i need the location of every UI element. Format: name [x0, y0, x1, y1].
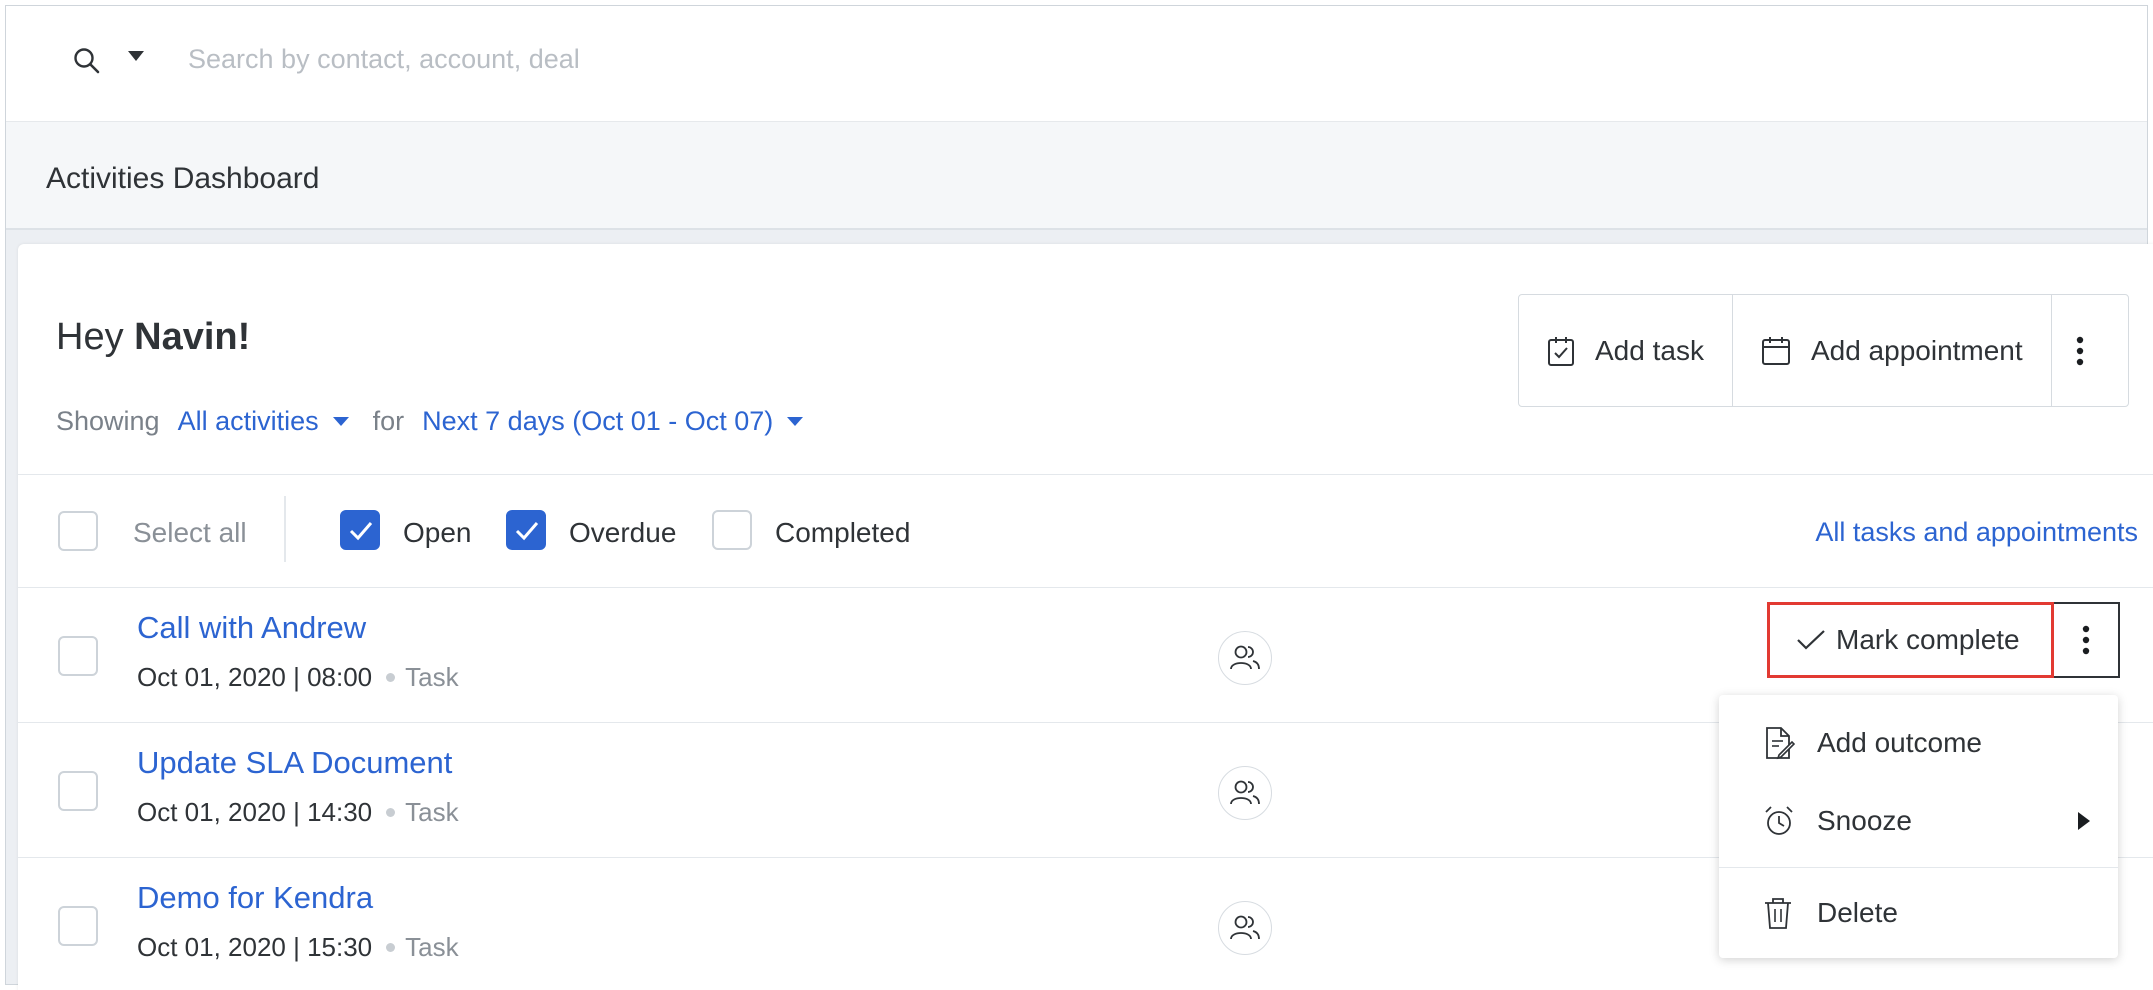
add-task-button[interactable]: Add task	[1519, 295, 1733, 406]
submenu-arrow-icon	[2078, 812, 2090, 830]
menu-item-label: Snooze	[1817, 805, 1912, 836]
vertical-divider	[284, 496, 286, 562]
menu-item-delete[interactable]: Delete	[1719, 875, 2118, 951]
select-all-checkbox[interactable]	[58, 511, 98, 551]
open-filter-label: Open	[403, 517, 472, 548]
checkmark-icon	[349, 522, 373, 541]
participants-icon[interactable]	[1218, 901, 1272, 955]
separator-dot	[386, 672, 396, 682]
document-edit-icon	[1766, 727, 1795, 760]
search-input[interactable]	[188, 36, 1088, 82]
separator-dot	[386, 942, 396, 952]
greeting-prefix: Hey	[56, 316, 124, 358]
more-actions-button[interactable]	[2052, 295, 2128, 406]
add-appointment-button[interactable]: Add appointment	[1733, 295, 2052, 406]
kebab-menu-icon	[2076, 336, 2083, 365]
completed-filter-label: Completed	[775, 517, 911, 548]
menu-item-add-outcome[interactable]: Add outcome	[1719, 705, 2118, 781]
greeting-name: Navin!	[134, 316, 251, 358]
overdue-filter-checkbox[interactable]	[506, 510, 546, 550]
participants-icon[interactable]	[1218, 766, 1272, 820]
completed-filter-checkbox[interactable]	[712, 510, 752, 550]
mark-complete-label: Mark complete	[1836, 624, 2020, 655]
activity-title-link[interactable]: Call with Andrew	[137, 610, 366, 646]
activity-datetime: Oct 01, 2020 | 08:00	[137, 662, 373, 692]
search-scope-caret-icon[interactable]	[128, 51, 144, 61]
menu-item-snooze[interactable]: Snooze	[1719, 783, 2118, 859]
row-checkbox[interactable]	[58, 906, 98, 946]
alarm-clock-icon	[1765, 806, 1793, 835]
for-label: for	[372, 406, 405, 436]
date-range-dropdown[interactable]: Next 7 days (Oct 01 - Oct 07)	[422, 406, 804, 437]
row-actions-menu: Add outcome Snooze Delete	[1719, 695, 2118, 958]
menu-divider	[1719, 867, 2118, 868]
row-checkbox[interactable]	[58, 771, 98, 811]
menu-item-label: Delete	[1817, 897, 1898, 928]
activities-card: Hey Navin! Add task Add appointment Show…	[18, 244, 2153, 990]
date-range-value: Next 7 days (Oct 01 - Oct 07)	[422, 406, 774, 436]
activity-type-value: All activities	[177, 406, 319, 436]
activity-meta: Oct 01, 2020 | 14:30 Task	[137, 797, 459, 828]
separator-dot	[386, 807, 396, 817]
greeting: Hey Navin!	[56, 316, 250, 359]
activity-datetime: Oct 01, 2020 | 14:30	[137, 797, 373, 827]
menu-item-label: Add outcome	[1817, 727, 1982, 758]
page-header: Activities Dashboard	[6, 122, 2147, 230]
divider	[18, 587, 2153, 588]
search-bar	[6, 6, 2147, 122]
search-icon[interactable]	[72, 46, 102, 76]
row-checkbox[interactable]	[58, 636, 98, 676]
activity-type: Task	[405, 662, 459, 692]
activity-meta: Oct 01, 2020 | 15:30 Task	[137, 932, 459, 963]
overdue-filter-label: Overdue	[569, 517, 677, 548]
participants-icon[interactable]	[1218, 631, 1272, 685]
activity-title-link[interactable]: Update SLA Document	[137, 745, 452, 781]
activity-type-dropdown[interactable]: All activities	[178, 406, 349, 437]
showing-label: Showing	[56, 406, 160, 436]
checkmark-icon	[515, 522, 539, 541]
add-appointment-label: Add appointment	[1810, 334, 2023, 366]
activity-meta: Oct 01, 2020 | 08:00 Task	[137, 662, 459, 693]
kebab-menu-icon	[2082, 625, 2090, 655]
all-tasks-link[interactable]: All tasks and appointments	[1815, 517, 2138, 548]
mark-complete-button[interactable]: Mark complete	[1767, 602, 2054, 678]
open-filter-checkbox[interactable]	[340, 510, 380, 550]
task-checkbox-icon	[1548, 336, 1574, 366]
chevron-down-icon	[332, 417, 349, 426]
add-task-label: Add task	[1595, 334, 1704, 366]
activity-type: Task	[405, 932, 459, 962]
activity-title-link[interactable]: Demo for Kendra	[137, 880, 373, 916]
trash-icon	[1765, 898, 1791, 929]
activity-datetime: Oct 01, 2020 | 15:30	[137, 932, 373, 962]
row-more-button[interactable]	[2054, 602, 2120, 678]
activity-type: Task	[405, 797, 459, 827]
check-icon	[1797, 630, 1825, 650]
activity-filter-row: Showing All activities for Next 7 days (…	[56, 406, 804, 437]
calendar-icon	[1761, 336, 1790, 365]
action-button-group: Add task Add appointment	[1518, 294, 2129, 407]
chevron-down-icon	[787, 417, 804, 426]
page-title: Activities Dashboard	[46, 162, 320, 195]
select-all-label: Select all	[133, 517, 247, 548]
divider	[18, 474, 2153, 475]
